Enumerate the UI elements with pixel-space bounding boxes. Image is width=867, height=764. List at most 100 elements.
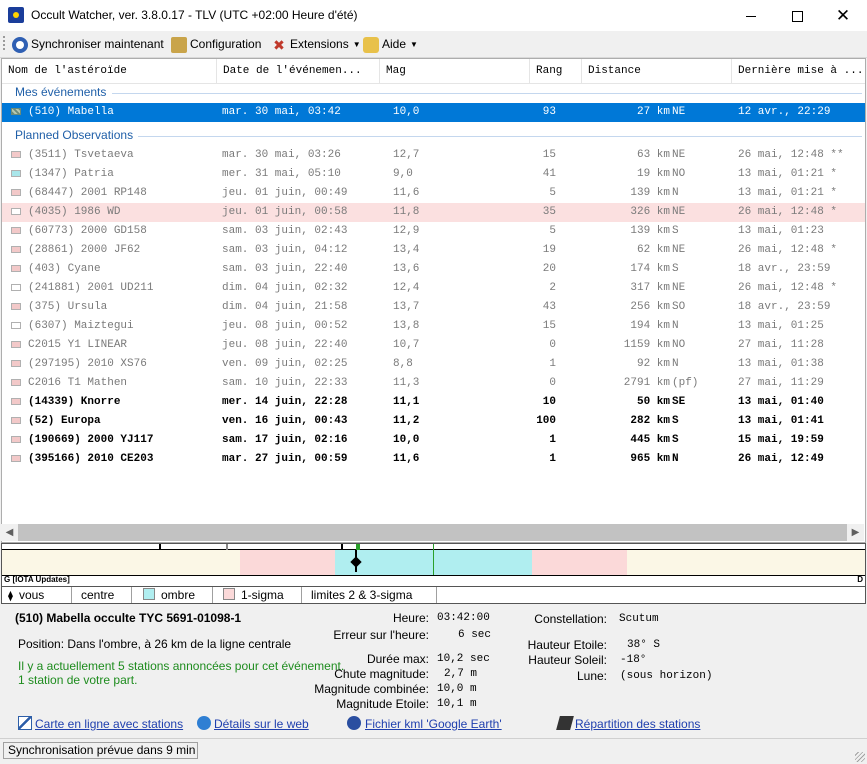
maximize-button[interactable] [774,0,820,31]
resize-grip-icon[interactable] [855,752,865,762]
scroll-right-icon[interactable]: ▶ [847,524,864,541]
toolbar-grip[interactable] [3,36,5,52]
shadow-swatch-icon [143,588,155,600]
cell-mag: 13,7 [393,301,420,313]
timeline-legend: ⧫ vous centre ombre 1-sigma limites 2 & 3… [1,587,866,604]
globe-icon [347,716,361,730]
legend-divider [301,587,302,603]
cell-distance: 63 km [636,149,670,161]
sync-now-button[interactable]: Synchroniser maintenant [12,35,164,53]
table-row[interactable]: (60773) 2000 GD158 sam. 03 juin, 02:43 12,… [2,222,865,241]
event-marker-icon [11,151,21,158]
cell-mag: 10,0 [393,106,420,118]
browser-icon [197,716,211,730]
help-menu[interactable]: Aide ▼ [363,35,418,53]
column-header-last-update[interactable]: Dernière mise à ... [732,59,865,83]
cell-rang: 5 [549,225,556,237]
event-marker-icon [11,189,21,196]
table-row[interactable]: C2016 T1 Mathen sam. 10 juin, 22:33 11,3 0 2… [2,374,865,393]
cell-last-update: 13 mai, 01:38 [738,358,824,370]
table-row[interactable]: (3511) Tsvetaeva mar. 30 mai, 03:26 12,7 15… [2,146,865,165]
sync-now-label: Synchroniser maintenant [31,37,164,51]
minimize-button[interactable] [728,0,774,31]
cell-date: mar. 27 juin, 00:59 [222,453,348,465]
web-details-link[interactable]: Détails sur le web [214,717,309,731]
event-marker-icon [11,208,21,215]
table-row[interactable]: (6307) Maiztegui jeu. 08 juin, 00:52 13,8 1… [2,317,865,336]
scroll-left-icon[interactable]: ◀ [1,524,18,541]
kml-file-link[interactable]: Fichier kml 'Google Earth' [365,717,502,731]
table-row[interactable]: (68447) 2001 RP148 jeu. 01 juin, 00:49 11,… [2,184,865,203]
table-row[interactable]: (241881) 2001 UD211 dim. 04 juin, 02:32 12… [2,279,865,298]
erreur-label: Erreur sur l'heure: [333,628,429,642]
constellation-value: Scutum [619,613,659,625]
group-header-mine[interactable]: Mes événements [15,85,106,99]
table-row[interactable]: (297195) 2010 XS76 ven. 09 juin, 02:25 8,8… [2,355,865,374]
cell-last-update: 27 mai, 11:29 [738,377,824,389]
path-timeline[interactable]: G [IOTA Updates] D [1,543,866,587]
cell-rang: 2 [549,282,556,294]
cell-rang: 15 [542,149,556,161]
extensions-menu[interactable]: ✖ Extensions ▼ [271,35,361,53]
configuration-button[interactable]: Configuration [171,35,261,53]
cell-name: (6307) Maiztegui [28,320,134,332]
cell-rang: 10 [542,396,556,408]
maximize-icon [791,10,803,22]
event-marker-icon [11,379,21,386]
close-button[interactable]: ✕ [820,0,866,31]
online-map-link[interactable]: Carte en ligne avec stations [35,717,183,731]
column-header-date[interactable]: Date de l'événemen... [217,59,380,83]
table-row[interactable]: (375) Ursula dim. 04 juin, 21:58 13,7 43 256… [2,298,865,317]
timeline-center-line [433,544,434,576]
configuration-icon [171,36,187,53]
cell-rang: 1 [549,358,556,370]
cell-last-update: 27 mai, 11:28 [738,339,824,351]
cell-date: mer. 14 juin, 22:28 [222,396,348,408]
cell-direction: S [672,415,679,427]
table-row[interactable]: (1347) Patria mer. 31 mai, 05:10 9,0 41 19 k… [2,165,865,184]
cell-name: (395166) 2010 CE203 [28,453,154,465]
column-header-name[interactable]: Nom de l'astéroïde [2,59,217,83]
cell-distance: 50 km [636,396,670,408]
magcomb-label: Magnitude combinée: [314,682,429,696]
column-header-rang[interactable]: Rang [530,59,582,83]
table-row[interactable]: C2015 Y1 LINEAR jeu. 08 juin, 22:40 10,7 0 1… [2,336,865,355]
column-header-mag[interactable]: Mag [380,59,530,83]
legend-divider [212,587,213,603]
lune-label: Lune: [576,669,607,683]
legend-divider [436,587,437,603]
timeline-station-mark [226,544,228,550]
stations-distribution-link[interactable]: Répartition des stations [575,717,700,731]
magetoile-label: Magnitude Etoile: [336,697,429,711]
cell-date: jeu. 01 juin, 00:49 [222,187,348,199]
cell-last-update: 18 avr., 23:59 [738,301,831,313]
cell-last-update: 26 mai, 12:48 * [738,282,838,294]
events-list[interactable]: Nom de l'astéroïde Date de l'événemen...… [1,58,866,543]
horizontal-scrollbar[interactable]: ◀ ▶ [1,524,864,541]
cell-direction: NE [672,149,686,161]
legend-centre: centre [81,588,114,602]
column-header-distance[interactable]: Distance [582,59,732,83]
table-row-selected[interactable]: (510) Mabella mar. 30 mai, 03:42 10,0 93… [2,103,865,122]
cell-distance: 92 km [636,358,670,370]
cell-mag: 11,3 [393,377,420,389]
cell-mag: 13,8 [393,320,420,332]
cell-distance: 317 km [630,282,670,294]
table-row[interactable]: (14339) Knorre mer. 14 juin, 22:28 11,1 10 5… [2,393,865,412]
group-divider [138,136,862,137]
sync-icon [12,36,28,53]
table-row[interactable]: (4035) 1986 WD jeu. 01 juin, 00:58 11,8 35 3… [2,203,865,222]
table-row[interactable]: (190669) 2000 YJ117 sam. 17 juin, 02:16 10… [2,431,865,450]
cell-rang: 0 [549,377,556,389]
group-header-planned[interactable]: Planned Observations [15,128,133,142]
cell-direction: N [672,320,679,332]
cell-date: sam. 17 juin, 02:16 [222,434,348,446]
hauteur-etoile-label: Hauteur Etoile: [527,638,607,652]
table-row[interactable]: (52) Europa ven. 16 juin, 00:43 11,2 100 282… [2,412,865,431]
scrollbar-thumb[interactable] [18,524,847,541]
table-row[interactable]: (403) Cyane sam. 03 juin, 22:40 13,6 20 174 … [2,260,865,279]
table-row[interactable]: (395166) 2010 CE203 mar. 27 juin, 00:59 11… [2,450,865,469]
cell-direction: NE [672,244,686,256]
table-row[interactable]: (28861) 2000 JF62 sam. 03 juin, 04:12 13,4… [2,241,865,260]
cell-last-update: 15 mai, 19:59 [738,434,824,446]
